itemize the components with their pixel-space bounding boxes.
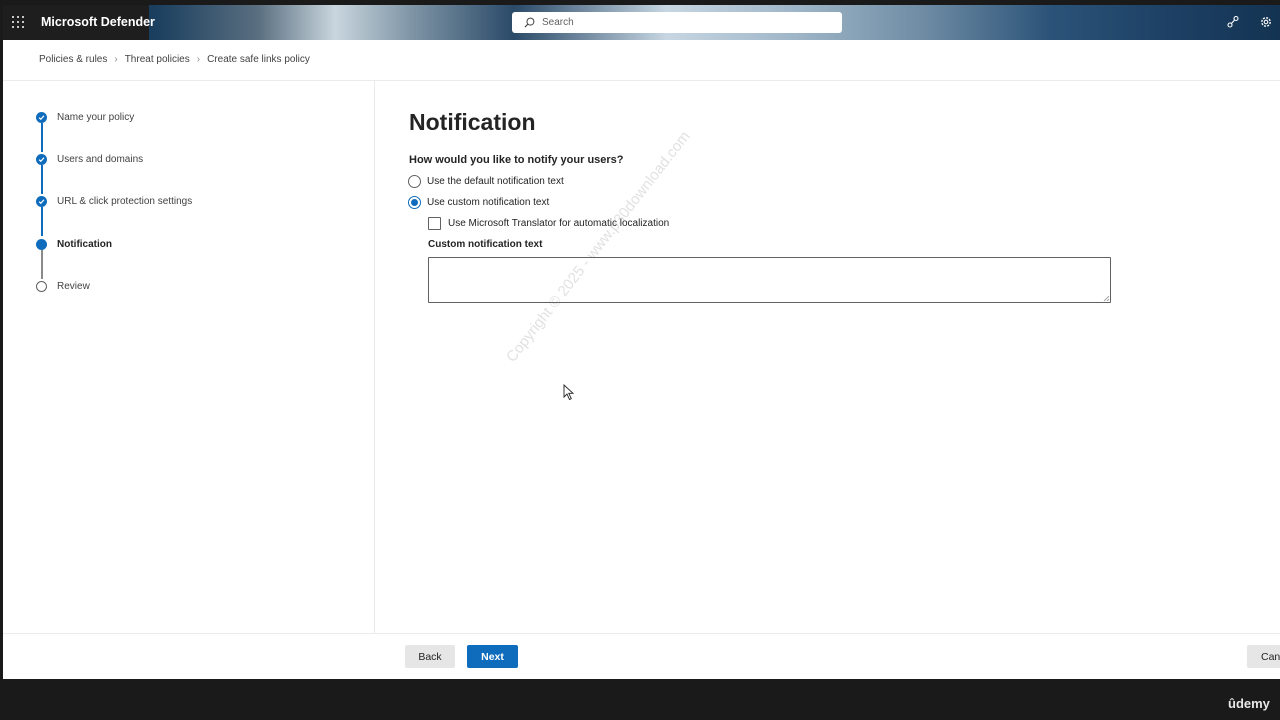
wizard-divider <box>374 81 375 633</box>
step-url-click-protection[interactable]: URL & click protection settings <box>36 193 192 209</box>
notify-question: How would you like to notify your users? <box>409 154 624 166</box>
share-icon[interactable] <box>1226 15 1240 29</box>
search-icon <box>524 17 535 28</box>
radio-button[interactable] <box>408 196 421 209</box>
pending-step-circle-icon <box>36 280 47 292</box>
custom-text-label: Custom notification text <box>428 239 543 250</box>
checkmark-icon <box>36 111 47 123</box>
back-button[interactable]: Back <box>405 645 455 668</box>
radio-label: Use custom notification text <box>427 197 550 208</box>
footer-divider <box>3 633 1280 634</box>
radio-custom-text[interactable]: Use custom notification text <box>408 196 549 209</box>
step-notification[interactable]: Notification <box>36 236 112 252</box>
custom-notification-textarea[interactable] <box>428 257 1111 303</box>
step-label: Name your policy <box>57 111 135 123</box>
next-button[interactable]: Next <box>467 645 518 668</box>
breadcrumb-policies-rules[interactable]: Policies & rules <box>39 54 107 65</box>
radio-button[interactable] <box>408 175 421 188</box>
step-connector <box>41 207 43 236</box>
udemy-logo: ûdemy <box>1228 696 1270 711</box>
step-connector <box>41 165 43 194</box>
translator-checkbox-row[interactable]: Use Microsoft Translator for automatic l… <box>428 217 669 230</box>
breadcrumb: Policies & rules › Threat policies › Cre… <box>39 54 310 65</box>
current-step-dot-icon <box>36 238 47 250</box>
top-header-bar: Microsoft Defender Search <box>3 5 1280 40</box>
checkbox-label: Use Microsoft Translator for automatic l… <box>448 218 670 229</box>
step-review[interactable]: Review <box>36 278 90 294</box>
step-name-your-policy[interactable]: Name your policy <box>36 109 134 125</box>
step-label: Users and domains <box>57 153 144 165</box>
step-label: Notification <box>57 238 112 250</box>
checkmark-icon <box>36 195 47 207</box>
breadcrumb-threat-policies[interactable]: Threat policies <box>125 54 190 65</box>
step-label: URL & click protection settings <box>57 195 193 207</box>
resize-grip-icon[interactable] <box>1102 294 1110 302</box>
chevron-right-icon: › <box>196 54 201 65</box>
app-title[interactable]: Microsoft Defender <box>41 15 155 29</box>
translator-checkbox[interactable] <box>428 217 441 230</box>
step-connector <box>41 123 43 152</box>
mouse-cursor-icon <box>563 384 575 401</box>
radio-default-text[interactable]: Use the default notification text <box>408 175 564 188</box>
radio-label: Use the default notification text <box>427 176 564 187</box>
page-title: Notification <box>409 109 536 135</box>
search-box[interactable]: Search <box>512 12 842 33</box>
step-connector <box>41 250 43 279</box>
settings-icon[interactable] <box>1259 15 1273 29</box>
search-placeholder: Search <box>542 17 574 28</box>
waffle-icon[interactable] <box>12 16 24 28</box>
checkmark-icon <box>36 153 47 165</box>
breadcrumb-create-safe-links-policy: Create safe links policy <box>207 54 310 65</box>
header-divider <box>3 80 1280 81</box>
step-users-and-domains[interactable]: Users and domains <box>36 151 143 167</box>
cancel-button[interactable]: Cancel <box>1247 645 1280 668</box>
defender-window: Microsoft Defender Search Policies & rul… <box>3 5 1280 679</box>
step-label: Review <box>57 280 90 292</box>
chevron-right-icon: › <box>114 54 118 65</box>
